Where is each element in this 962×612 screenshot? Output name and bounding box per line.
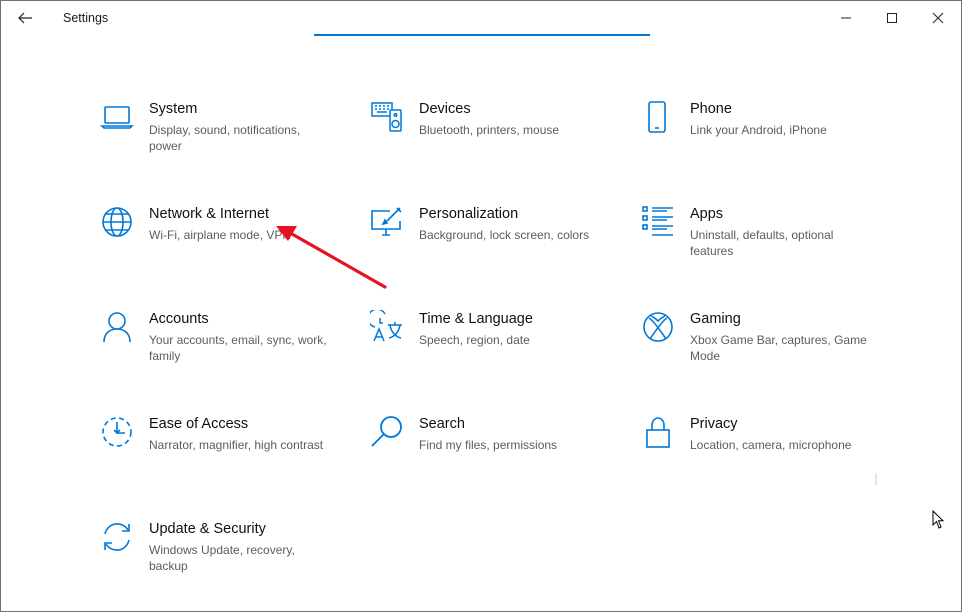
tile-search[interactable]: Search Find my files, permissions: [370, 415, 610, 495]
tile-devices[interactable]: Devices Bluetooth, printers, mouse: [370, 100, 610, 180]
tile-description: Xbox Game Bar, captures, Game Mode: [690, 333, 867, 363]
tile-time-language[interactable]: Time & Language Speech, region, date: [370, 310, 610, 390]
tile-label: Search: [419, 416, 465, 432]
tile-label: Ease of Access: [149, 416, 249, 432]
globe-icon: [100, 205, 134, 239]
phone-icon: [641, 100, 675, 134]
tile-description: Wi-Fi, airplane mode, VPN: [149, 228, 292, 242]
tile-label: Gaming: [690, 311, 741, 327]
paint-brush-display-icon: [370, 205, 404, 239]
tile-description: Your accounts, email, sync, work, family: [149, 333, 327, 363]
tile-description: Link your Android, iPhone: [690, 123, 827, 137]
search-box-underline[interactable]: [314, 34, 650, 36]
tile-label: Apps: [690, 206, 724, 222]
title-bar: Settings: [1, 1, 961, 35]
minimize-button[interactable]: [823, 1, 869, 35]
tile-label: System: [149, 101, 198, 117]
tile-label: Update & Security: [149, 521, 266, 537]
settings-window: Settings System Display, sound, notifica…: [0, 0, 962, 612]
maximize-button[interactable]: [869, 1, 915, 35]
tile-description: Uninstall, defaults, optional features: [690, 228, 834, 258]
close-icon: [932, 12, 944, 24]
tile-description: Display, sound, notifications, power: [149, 123, 301, 153]
tile-network-internet[interactable]: Network & Internet Wi-Fi, airplane mode,…: [100, 205, 340, 285]
tile-description: Windows Update, recovery, backup: [149, 543, 295, 573]
tile-description: Narrator, magnifier, high contrast: [149, 438, 324, 452]
tile-description: Location, camera, microphone: [690, 438, 852, 452]
tile-apps[interactable]: Apps Uninstall, defaults, optional featu…: [641, 205, 881, 285]
laptop-icon: [100, 100, 134, 134]
ease-of-access-icon: [100, 415, 134, 449]
tile-update-security[interactable]: Update & Security Windows Update, recove…: [100, 520, 340, 600]
mouse-cursor-icon: [932, 510, 945, 529]
tile-description: Speech, region, date: [419, 333, 530, 347]
sync-arrows-icon: [100, 520, 134, 554]
back-arrow-icon: [18, 12, 32, 24]
lock-icon: [641, 415, 675, 449]
tile-ease-of-access[interactable]: Ease of Access Narrator, magnifier, high…: [100, 415, 340, 495]
tile-label: Privacy: [690, 416, 738, 432]
magnifier-icon: [370, 415, 404, 449]
tile-privacy[interactable]: Privacy Location, camera, microphone: [641, 415, 881, 495]
close-button[interactable]: [915, 1, 961, 35]
tile-description: Background, lock screen, colors: [419, 228, 590, 242]
minimize-icon: [841, 17, 851, 19]
person-icon: [100, 310, 134, 344]
tile-label: Devices: [419, 101, 471, 117]
tile-description: Bluetooth, printers, mouse: [419, 123, 560, 137]
tile-phone[interactable]: Phone Link your Android, iPhone: [641, 100, 881, 180]
tile-accounts[interactable]: Accounts Your accounts, email, sync, wor…: [100, 310, 340, 390]
window-title: Settings: [63, 11, 109, 25]
xbox-icon: [641, 310, 675, 344]
back-button[interactable]: [5, 1, 45, 35]
tile-description: Find my files, permissions: [419, 438, 558, 452]
maximize-icon: [887, 13, 897, 23]
tile-personalization[interactable]: Personalization Background, lock screen,…: [370, 205, 610, 285]
tile-label: Personalization: [419, 206, 519, 222]
tile-label: Accounts: [149, 311, 209, 327]
tile-label: Network & Internet: [149, 206, 270, 222]
keyboard-speaker-icon: [370, 100, 404, 134]
time-language-icon: [370, 310, 404, 344]
tile-system[interactable]: System Display, sound, notifications, po…: [100, 100, 340, 180]
tile-gaming[interactable]: Gaming Xbox Game Bar, captures, Game Mod…: [641, 310, 881, 390]
apps-list-icon: [641, 205, 675, 239]
scroll-indicator[interactable]: [875, 473, 877, 485]
tile-label: Time & Language: [419, 311, 533, 327]
tile-label: Phone: [690, 101, 732, 117]
